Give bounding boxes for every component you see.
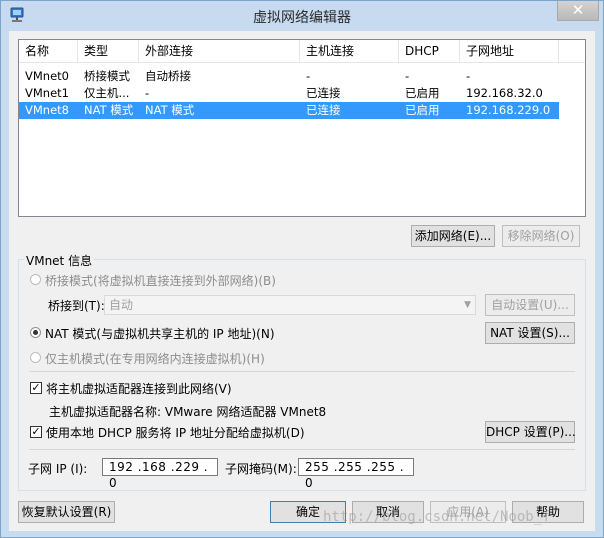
connect-adapter-checkbox[interactable]: ✓ xyxy=(30,382,42,394)
subnet-ip-label: 子网 IP (I): xyxy=(28,462,88,476)
cell-name: VMnet8 xyxy=(25,103,69,117)
network-list-header: 名称 类型 外部连接 主机连接 DHCP 子网地址 xyxy=(19,40,585,63)
bridged-mode-radio[interactable] xyxy=(30,274,41,285)
remove-network-button[interactable]: 移除网络(O) xyxy=(502,225,580,247)
bridged-to-value: 自动 xyxy=(109,298,134,312)
table-row-selected[interactable]: VMnet8 NAT 模式 NAT 模式 已连接 已启用 192.168.229… xyxy=(19,102,559,119)
column-dhcp[interactable]: DHCP xyxy=(399,40,460,62)
cell-host: 已连接 xyxy=(306,103,341,117)
cell-type: 仅主机... xyxy=(84,86,130,100)
adapter-name-text: 主机虚拟适配器名称: VMware 网络适配器 VMnet8 xyxy=(49,405,327,419)
table-row[interactable]: VMnet0 桥接模式 自动桥接 - - - xyxy=(19,68,559,85)
dhcp-label[interactable]: 使用本地 DHCP 服务将 IP 地址分配给虚拟机(D) xyxy=(46,424,305,441)
column-name[interactable]: 名称 xyxy=(19,40,78,62)
cell-subnet: 192.168.229.0 xyxy=(466,103,551,117)
cell-dhcp: - xyxy=(405,69,410,83)
add-network-button[interactable]: 添加网络(E)... xyxy=(411,225,495,247)
connect-adapter-label[interactable]: 将主机虚拟适配器连接到此网络(V) xyxy=(46,380,232,397)
subnet-mask-label: 子网掩码(M): xyxy=(225,462,297,476)
column-type[interactable]: 类型 xyxy=(78,40,139,62)
cell-external: 自动桥接 xyxy=(145,69,191,83)
close-icon: ✕ xyxy=(571,1,585,19)
divider xyxy=(29,371,575,372)
title-bar[interactable]: 虚拟网络编辑器 ✕ xyxy=(1,1,603,31)
cell-external: NAT 模式 xyxy=(145,103,195,117)
host-only-mode-label[interactable]: 仅主机模式(在专用网络内连接虚拟机)(H) xyxy=(45,350,265,367)
cell-external: - xyxy=(145,86,150,100)
nat-mode-radio[interactable] xyxy=(30,327,41,338)
restore-defaults-button[interactable]: 恢复默认设置(R) xyxy=(18,501,115,523)
cell-subnet: 192.168.32.0 xyxy=(466,86,543,100)
bridged-mode-label[interactable]: 桥接模式(将虚拟机直接连接到外部网络)(B) xyxy=(45,272,276,289)
cell-type: 桥接模式 xyxy=(84,69,130,83)
cell-dhcp: 已启用 xyxy=(405,86,440,100)
column-host-connection[interactable]: 主机连接 xyxy=(300,40,399,62)
virtual-network-editor-window: 虚拟网络编辑器 ✕ 名称 类型 外部连接 主机连接 DHCP 子网地址 VMne… xyxy=(0,0,604,538)
subnet-ip-input[interactable]: 192 .168 .229 . 0 xyxy=(102,458,218,490)
column-external-connection[interactable]: 外部连接 xyxy=(139,40,300,62)
nat-settings-button[interactable]: NAT 设置(S)... xyxy=(485,322,575,344)
divider xyxy=(29,449,575,450)
close-button[interactable]: ✕ xyxy=(557,1,599,21)
cell-host: - xyxy=(306,69,311,83)
dhcp-settings-button[interactable]: DHCP 设置(P)... xyxy=(485,421,576,443)
bridged-to-label: 桥接到(T): xyxy=(48,299,105,313)
watermark-text: http://blog.csdn.net/Noob_f xyxy=(323,509,551,525)
dialog-body: 名称 类型 外部连接 主机连接 DHCP 子网地址 VMnet0 桥接模式 自动… xyxy=(9,31,595,531)
cell-host: 已连接 xyxy=(306,86,341,100)
chevron-down-icon: ▼ xyxy=(464,300,471,310)
network-list[interactable]: 名称 类型 外部连接 主机连接 DHCP 子网地址 VMnet0 桥接模式 自动… xyxy=(18,39,586,217)
column-subnet-address[interactable]: 子网地址 xyxy=(460,40,559,62)
checkmark-icon: ✓ xyxy=(31,381,41,394)
subnet-mask-input[interactable]: 255 .255 .255 . 0 xyxy=(298,458,414,490)
cell-dhcp: 已启用 xyxy=(405,103,440,117)
vmnet-info-title: VMnet 信息 xyxy=(24,252,95,269)
cell-subnet: - xyxy=(466,69,471,83)
auto-settings-button[interactable]: 自动设置(U)... xyxy=(485,294,575,316)
cell-type: NAT 模式 xyxy=(84,103,134,117)
window-title: 虚拟网络编辑器 xyxy=(253,10,351,26)
host-only-mode-radio[interactable] xyxy=(30,352,41,363)
checkmark-icon: ✓ xyxy=(31,425,41,438)
cell-name: VMnet1 xyxy=(25,86,69,100)
cell-name: VMnet0 xyxy=(25,69,69,83)
nat-mode-label[interactable]: NAT 模式(与虚拟机共享主机的 IP 地址)(N) xyxy=(45,325,275,342)
bridged-to-select[interactable]: 自动 ▼ xyxy=(104,295,476,315)
dhcp-checkbox[interactable]: ✓ xyxy=(30,426,42,438)
table-row[interactable]: VMnet1 仅主机... - 已连接 已启用 192.168.32.0 xyxy=(19,85,559,102)
